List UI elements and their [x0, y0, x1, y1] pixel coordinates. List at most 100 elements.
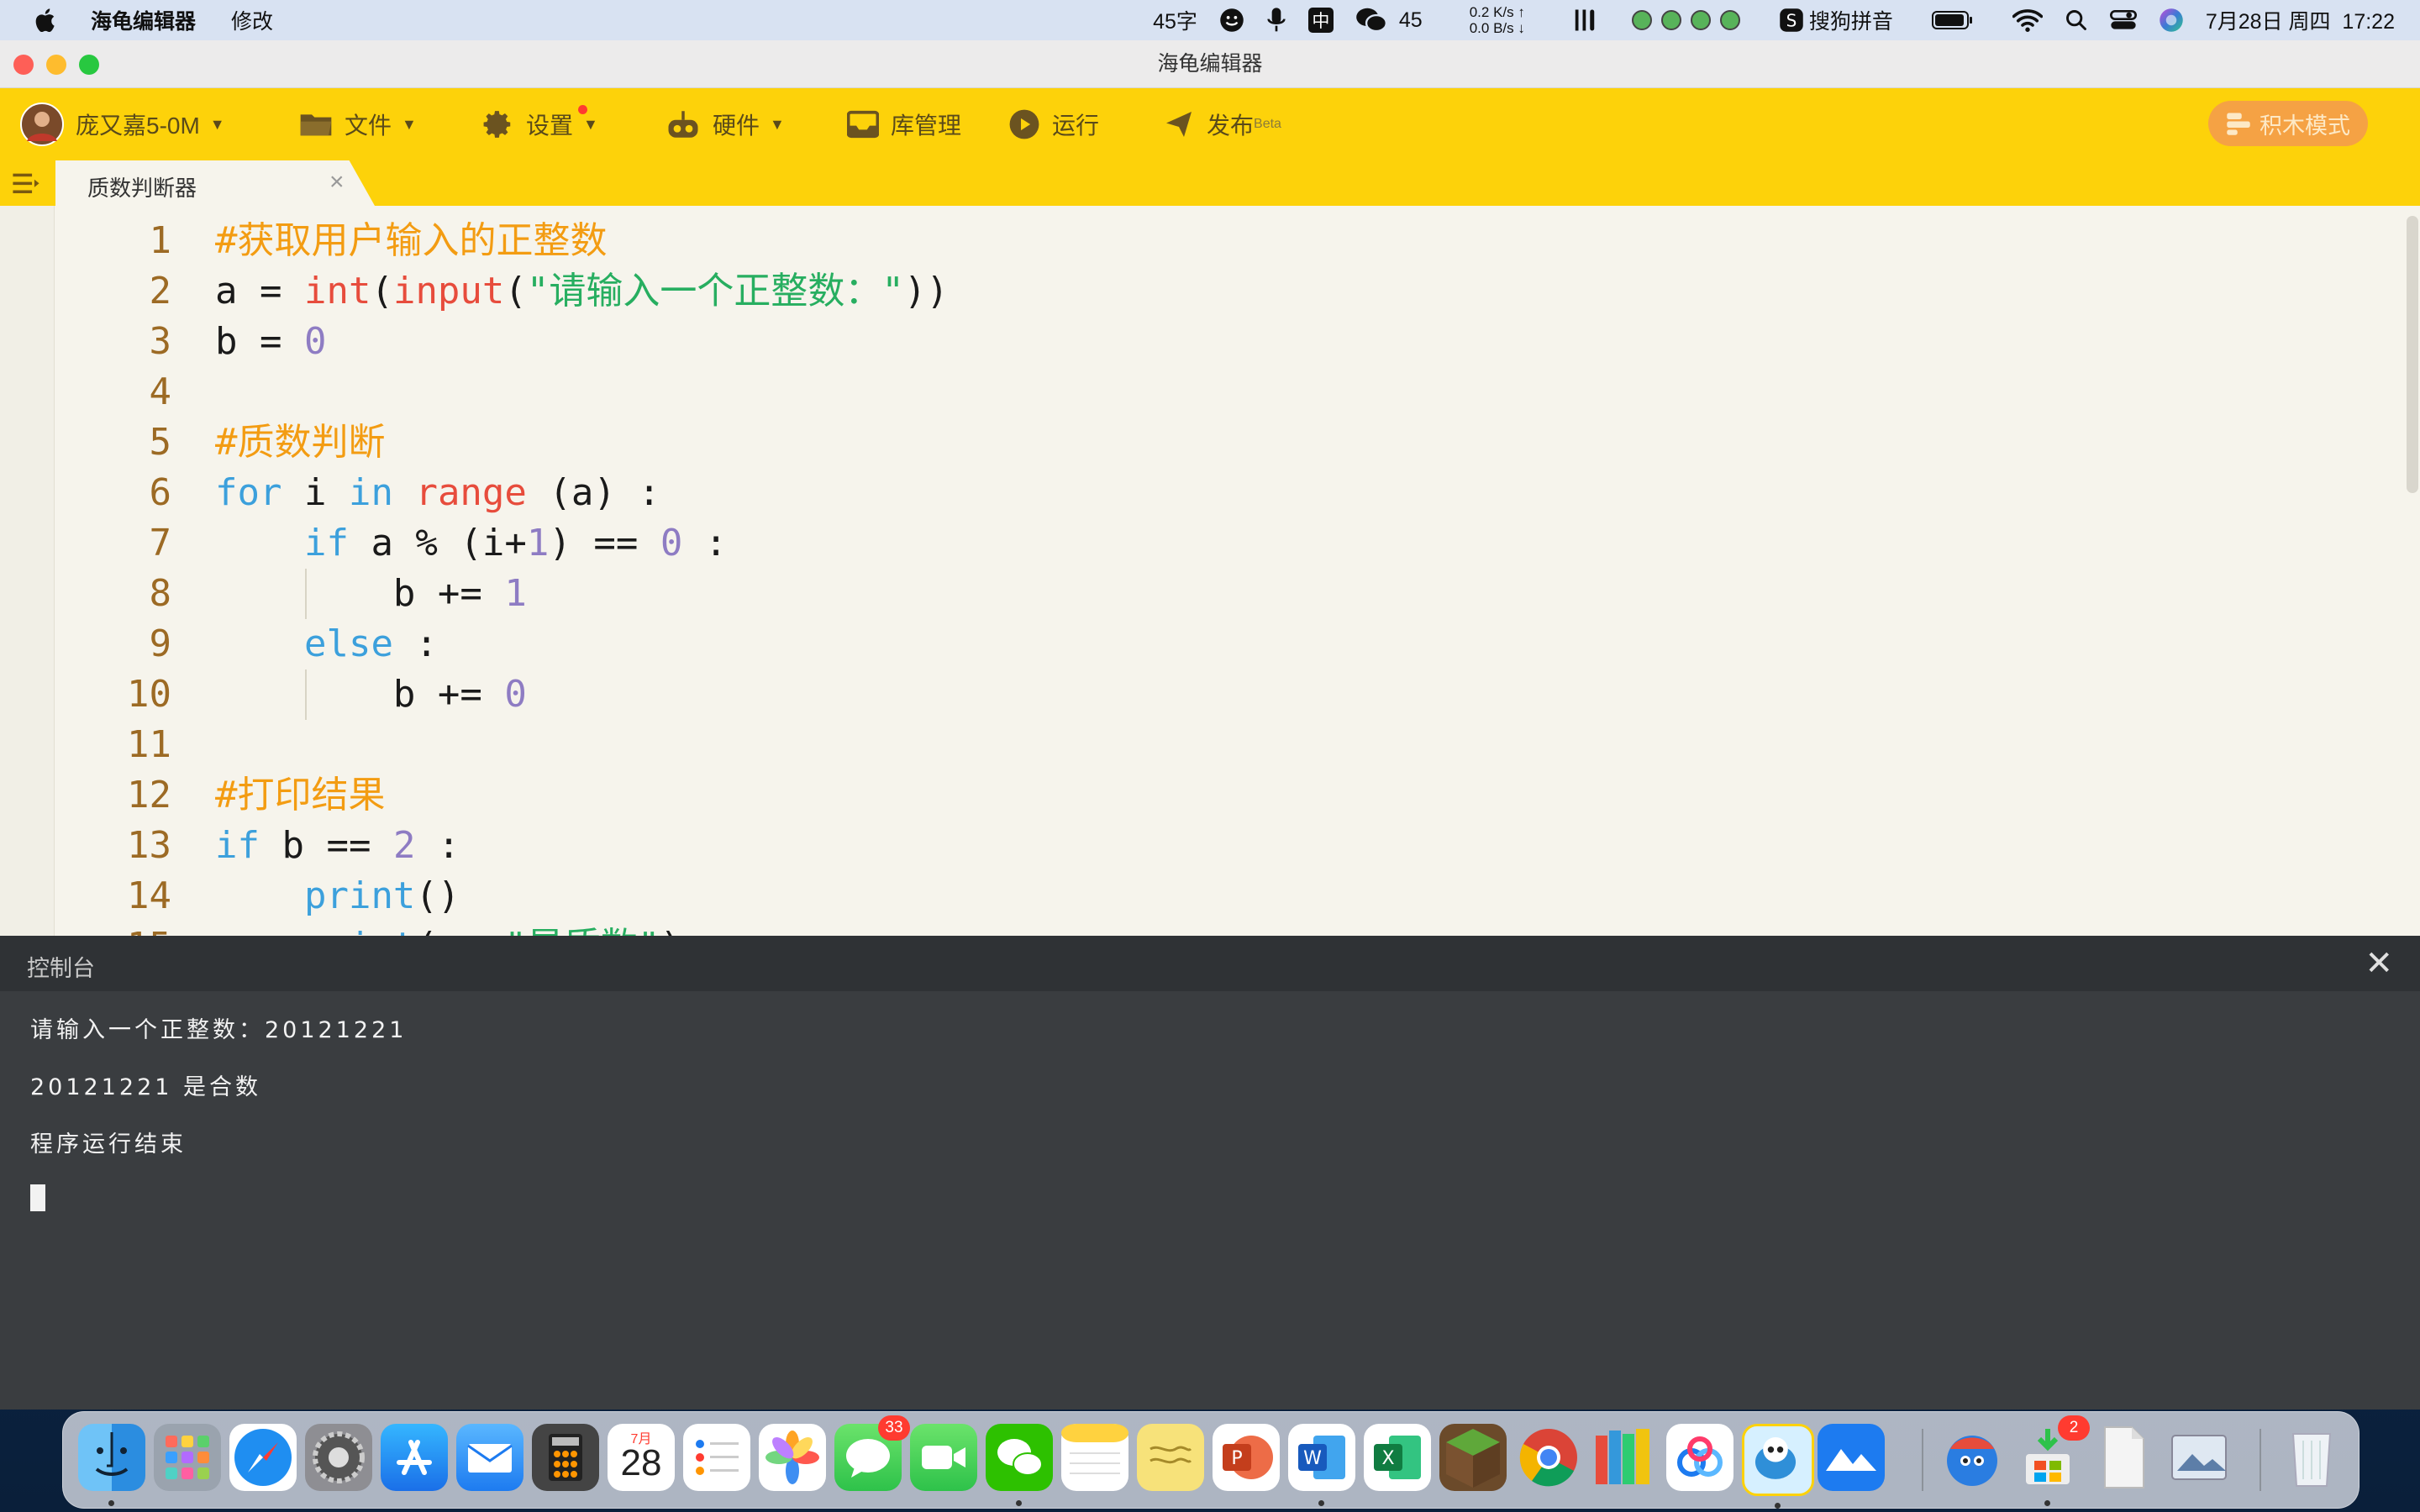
minimize-window-button[interactable] — [46, 55, 66, 75]
svg-text:S: S — [1786, 11, 1797, 31]
editor-scrollbar[interactable] — [2407, 216, 2418, 493]
file-label: 文件 — [345, 113, 392, 139]
code-line[interactable]: 2a = int(input("请输入一个正整数：")) — [0, 266, 2403, 317]
code-line[interactable]: 6 for i in range (a) : — [0, 468, 2403, 518]
tab-prime-checker[interactable]: 质数判断器 × — [55, 160, 375, 206]
dock-notes[interactable] — [1061, 1424, 1128, 1491]
dock-wechat[interactable] — [986, 1424, 1053, 1506]
code-line[interactable]: 15 print(a, "是质数") — [0, 921, 2403, 937]
word-count[interactable]: 45字 — [1153, 5, 1197, 35]
dock-system-preferences[interactable] — [305, 1424, 372, 1491]
finder-icon — [95, 1432, 129, 1476]
dock: 7月 28 33 P W X 2 — [62, 1411, 2360, 1509]
dock-launchpad[interactable] — [154, 1424, 221, 1491]
dock-mail[interactable] — [456, 1424, 523, 1491]
sogou-label: 搜狗拼音 — [1808, 10, 1893, 34]
code-line[interactable]: 10 b += 0 — [0, 669, 2403, 720]
svg-text:X: X — [1381, 1448, 1394, 1469]
block-mode-button[interactable]: 积木模式 — [2208, 101, 2368, 146]
code-line[interactable]: 12 #打印结果 — [0, 770, 2403, 821]
console-close-button[interactable]: ✕ — [2365, 944, 2393, 983]
turtle-mascot-icon — [1754, 1436, 1797, 1479]
clock[interactable]: 7月28日 周四 17:22 — [2206, 5, 2395, 35]
safari-icon — [234, 1429, 292, 1486]
dock-messages[interactable]: 33 — [834, 1415, 910, 1491]
dock-baidu-netdisk[interactable] — [1666, 1424, 1733, 1491]
user-menu[interactable]: 庞又嘉5-0M ▼ — [20, 88, 225, 160]
settings-notification-dot — [578, 105, 587, 114]
console-cursor[interactable] — [30, 1184, 45, 1211]
publish-label: 发布 — [1207, 113, 1255, 139]
tab-close-button[interactable]: × — [329, 168, 345, 197]
dock-chrome[interactable] — [1515, 1424, 1582, 1491]
code-line[interactable]: 13 if b == 2 : — [0, 821, 2403, 871]
siri-icon[interactable] — [2159, 8, 2184, 33]
emoji-icon[interactable] — [1219, 8, 1244, 33]
net-up: 0.2 K/s ↑ — [1469, 4, 1525, 20]
search-icon[interactable] — [2065, 8, 2088, 32]
zoom-window-button[interactable] — [79, 55, 99, 75]
dock-reminders[interactable] — [683, 1424, 750, 1491]
dock-document[interactable] — [2090, 1424, 2157, 1491]
code-line[interactable]: 14 print() — [0, 871, 2403, 921]
line-number: 7 — [149, 522, 172, 564]
dock-minecraft[interactable] — [1439, 1424, 1507, 1491]
messages-badge: 33 — [878, 1415, 910, 1441]
library-manager-button[interactable]: 库管理 — [847, 88, 961, 160]
dock-calculator[interactable] — [532, 1424, 599, 1491]
hardware-menu[interactable]: 硬件 ▼ — [666, 88, 785, 160]
menu-edit[interactable]: 修改 — [231, 5, 273, 35]
close-window-button[interactable] — [13, 55, 34, 75]
dock-facetime[interactable] — [910, 1424, 977, 1491]
dock-photos[interactable] — [759, 1424, 826, 1491]
code-line[interactable]: 3b = 0 — [0, 317, 2403, 367]
running-indicator — [2044, 1500, 2050, 1506]
console-panel[interactable]: 控制台 ✕ 请输入一个正整数：20121221 20121221 是合数 程序运… — [0, 936, 2420, 1410]
wechat-status[interactable]: 45 — [1355, 7, 1423, 34]
control-center-icon[interactable] — [2109, 8, 2137, 32]
code-line[interactable]: 7 if a % (i+1) == 0 : — [0, 518, 2403, 569]
apple-icon[interactable] — [32, 6, 60, 34]
dock-powerpoint[interactable]: P — [1213, 1424, 1280, 1491]
wifi-icon[interactable] — [2012, 8, 2043, 33]
code-line[interactable]: 11 — [0, 720, 2403, 770]
chevron-down-icon: ▼ — [770, 115, 785, 133]
dock-stickies[interactable] — [1137, 1424, 1204, 1491]
line-number: 3 — [149, 320, 172, 363]
sidebar-toggle-icon[interactable] — [12, 171, 40, 196]
dock-word[interactable]: W — [1288, 1424, 1355, 1506]
run-menu-button[interactable]: 运行 — [1008, 88, 1099, 160]
dock-lark[interactable] — [1818, 1424, 1885, 1491]
menu-app-name[interactable]: 海龟编辑器 — [91, 5, 196, 35]
menu-bar: 海龟编辑器 修改 45字 中 45 0.2 K/s ↑ 0.0 B/s ↓ S — [0, 0, 2420, 40]
code-line[interactable]: 1 #获取用户输入的正整数 — [0, 216, 2403, 266]
dock-safari[interactable] — [229, 1424, 297, 1491]
dock-trash[interactable] — [2278, 1424, 2345, 1491]
publish-button[interactable]: 发布 Beta — [1163, 88, 1281, 160]
code-line[interactable]: 8 b += 1 — [0, 569, 2403, 619]
sogou-ime[interactable]: S 搜狗拼音 — [1779, 5, 1893, 35]
code-line[interactable]: 5 #质数判断 — [0, 417, 2403, 468]
code-editor[interactable]: 1 #获取用户输入的正整数 2a = int(input("请输入一个正整数：")… — [0, 206, 2420, 937]
tools-icon[interactable] — [1572, 8, 1597, 33]
status-lights-icon[interactable] — [1629, 8, 1747, 33]
books-icon — [1596, 1429, 1649, 1484]
file-menu[interactable]: 文件 ▼ — [299, 88, 417, 160]
microphone-icon[interactable] — [1266, 7, 1286, 34]
code-line[interactable]: 4 — [0, 367, 2403, 417]
dock-preview[interactable] — [2165, 1424, 2233, 1491]
dock-calendar[interactable]: 7月 28 — [608, 1424, 675, 1491]
dock-turtle-editor[interactable] — [1742, 1424, 1814, 1509]
dock-excel[interactable]: X — [1364, 1424, 1431, 1491]
line-number: 10 — [127, 673, 171, 716]
dock-books-app[interactable] — [1591, 1424, 1658, 1491]
settings-menu[interactable]: 设置 ▼ — [482, 88, 598, 160]
dock-installer[interactable]: 2 — [2014, 1415, 2090, 1506]
wechat-app-icon — [997, 1439, 1043, 1476]
battery-icon[interactable] — [1931, 9, 1974, 31]
input-method-badge[interactable]: 中 — [1307, 8, 1334, 33]
dock-finder[interactable] — [78, 1424, 145, 1506]
code-line[interactable]: 9 else : — [0, 619, 2403, 669]
dock-app-store[interactable] — [381, 1424, 448, 1491]
dock-mascot-app[interactable] — [1939, 1424, 2006, 1491]
